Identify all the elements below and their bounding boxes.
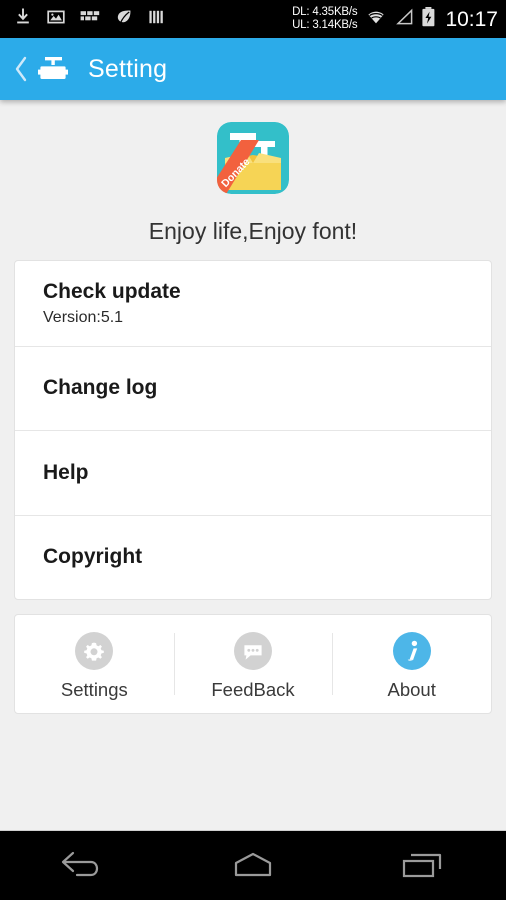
list-item-title: Check update [43,280,181,304]
tab-label: FeedBack [211,679,295,700]
app-logo: Donate [217,122,289,194]
list-item-check-update[interactable]: Check update Version:5.1 [15,261,491,346]
status-bar: DL: 4.35KB/s UL: 3.14KB/s 10:17 [0,0,506,38]
back-chevron-icon[interactable] [8,38,34,100]
list-item-title: Help [43,460,89,484]
tab-settings[interactable]: Settings [15,615,174,713]
list-item-copyright[interactable]: Copyright [15,514,491,600]
content-area: Donate Enjoy life,Enjoy font! Check upda… [0,100,506,830]
info-icon [392,631,432,671]
image-icon [47,8,65,31]
download-icon [14,8,32,31]
chat-bubble-icon [233,631,273,671]
page-title: Setting [88,54,168,83]
app-logo-icon[interactable] [36,52,70,86]
list-item-title: Copyright [43,545,143,569]
bottom-tab-bar: Settings FeedBack About [14,614,492,714]
hero-section: Donate Enjoy life,Enjoy font! [0,100,506,245]
tagline: Enjoy life,Enjoy font! [148,218,358,244]
list-item-help[interactable]: Help [15,430,491,515]
tab-label: About [387,679,436,700]
status-bar-system-icons: DL: 4.35KB/s UL: 3.14KB/s 10:17 [292,6,498,33]
download-speed-text: DL: 4.35KB/s [292,6,358,18]
tab-label: Settings [60,679,128,700]
nav-back-icon[interactable] [42,831,126,900]
leaf-icon [115,8,133,31]
tab-about[interactable]: About [332,615,491,713]
list-item-title: Change log [43,376,158,400]
list-item-change-log[interactable]: Change log [15,345,491,431]
upload-speed-text: UL: 3.14KB/s [292,19,358,31]
app-grid-icon [80,8,100,31]
battery-charging-icon [421,6,436,33]
gear-icon [74,631,114,671]
clock: 10:17 [445,7,498,31]
network-speed: DL: 4.35KB/s UL: 3.14KB/s [292,6,358,32]
settings-list-card: Check update Version:5.1 Change log Help… [14,260,492,600]
list-item-subtitle: Version:5.1 [43,309,124,327]
bars-icon [148,8,166,31]
phone-screen: DL: 4.35KB/s UL: 3.14KB/s 10:17 Setting … [0,0,506,900]
action-bar: Setting [0,38,506,100]
android-nav-bar [0,830,506,900]
nav-home-icon[interactable] [211,831,295,900]
status-bar-notification-icons [14,8,166,31]
nav-recents-icon[interactable] [380,831,464,900]
signal-triangle-icon [395,7,414,32]
tab-feedback[interactable]: FeedBack [173,615,333,713]
wifi-icon [364,7,388,32]
